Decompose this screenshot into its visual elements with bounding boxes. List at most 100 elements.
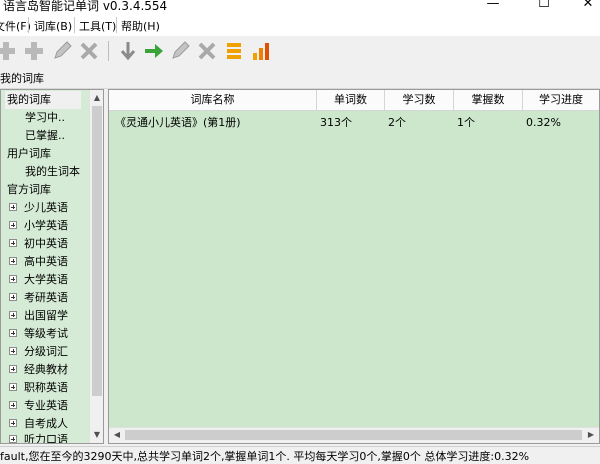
tree-item-category[interactable]: 高中英语 <box>9 253 68 271</box>
pencil-icon[interactable] <box>50 39 74 63</box>
tree-item-label: 自考成人 <box>24 417 68 430</box>
location-bar: 我的词库 <box>0 66 600 89</box>
tree-item-category[interactable]: 考研英语 <box>9 289 68 307</box>
expand-icon[interactable] <box>9 383 17 391</box>
scroll-right-icon[interactable]: ▶ <box>586 428 596 442</box>
tree-item-category[interactable]: 少儿英语 <box>9 199 68 217</box>
expand-icon[interactable] <box>9 293 17 301</box>
table-scrollbar[interactable]: ◀ ▶ <box>109 427 599 443</box>
menu-dict[interactable]: 词库(B) <box>34 18 72 34</box>
tree-item-category[interactable]: 专业英语 <box>9 397 68 415</box>
tree-item-label: 听力口语 <box>24 433 68 444</box>
toolbar-separator <box>108 41 109 61</box>
expand-icon[interactable] <box>9 221 17 229</box>
tree-item-category[interactable]: 分级词汇 <box>9 343 68 361</box>
tree-item-new-words[interactable]: 我的生词本 <box>25 163 80 181</box>
tree-item-label: 职称英语 <box>24 381 68 394</box>
cell-progress: 0.32% <box>526 116 561 129</box>
tree-item-label: 小学英语 <box>24 219 68 232</box>
table-row[interactable]: 《灵通小儿英语》(第1册) 313个 2个 1个 0.32% <box>109 114 599 132</box>
tree-item-label: 高中英语 <box>24 255 68 268</box>
title-bar: 语言岛智能记单词 v0.3.4.554 — ☐ ✕ <box>0 0 600 14</box>
tree-item-my-dict[interactable]: 我的词库 <box>5 91 81 109</box>
dictionary-table: 词库名称 单词数 学习数 掌握数 学习进度 《灵通小儿英语》(第1册) 313个… <box>108 89 600 444</box>
import-icon[interactable] <box>116 39 140 63</box>
tree-item-label: 出国留学 <box>24 309 68 322</box>
menu-tools[interactable]: 工具(T) <box>79 18 116 34</box>
column-header-mastered[interactable]: 掌握数 <box>454 90 523 110</box>
tree-item-label: 用户词库 <box>7 147 51 160</box>
expand-icon[interactable] <box>9 365 17 373</box>
column-header-learned[interactable]: 学习数 <box>385 90 454 110</box>
expand-icon[interactable] <box>9 419 17 427</box>
stack-icon[interactable] <box>222 39 246 63</box>
expand-icon[interactable] <box>9 275 17 283</box>
tree-item-label: 分级词汇 <box>24 345 68 358</box>
tree-item-label: 大学英语 <box>24 273 68 286</box>
tree-item-label: 专业英语 <box>24 399 68 412</box>
scroll-left-icon[interactable]: ◀ <box>112 428 122 442</box>
export-icon[interactable] <box>142 39 166 63</box>
column-header-progress[interactable]: 学习进度 <box>523 90 599 110</box>
scroll-up-icon[interactable]: ▲ <box>92 91 102 105</box>
expand-icon[interactable] <box>9 311 17 319</box>
tree-item-label: 官方词库 <box>7 183 51 196</box>
scroll-thumb[interactable] <box>92 106 102 396</box>
tree-item-category[interactable]: 大学英语 <box>9 271 68 289</box>
menu-separator <box>74 17 75 33</box>
expand-icon[interactable] <box>9 347 17 355</box>
tree-item-label: 我的词库 <box>7 93 51 106</box>
tree-item-learning[interactable]: 学习中.. <box>25 109 65 127</box>
sidebar-scrollbar[interactable]: ▲ ▼ <box>89 90 103 443</box>
window-title: 语言岛智能记单词 v0.3.4.554 <box>3 0 168 13</box>
delete-icon[interactable] <box>77 39 101 63</box>
tree-item-label: 初中英语 <box>24 237 68 250</box>
tree-item-official-dict[interactable]: 官方词库 <box>7 181 51 199</box>
pencil-icon[interactable] <box>168 39 192 63</box>
expand-icon[interactable] <box>9 203 17 211</box>
minimize-button[interactable]: — <box>478 0 508 11</box>
expand-icon[interactable] <box>9 401 17 409</box>
close-button[interactable]: ✕ <box>573 0 600 11</box>
menu-separator <box>28 17 29 33</box>
expand-icon[interactable] <box>9 257 17 265</box>
tree-item-category[interactable]: 等级考试 <box>9 325 68 343</box>
cell-word-count: 313个 <box>320 116 352 129</box>
expand-icon[interactable] <box>9 435 17 443</box>
table-header: 词库名称 单词数 学习数 掌握数 学习进度 <box>109 90 599 111</box>
column-header-name[interactable]: 词库名称 <box>109 90 317 110</box>
expand-icon[interactable] <box>9 239 17 247</box>
tree-item-category[interactable]: 出国留学 <box>9 307 68 325</box>
menu-help[interactable]: 帮助(H) <box>121 18 160 34</box>
tree-item-label: 学习中.. <box>25 111 65 124</box>
plus-icon[interactable] <box>0 39 18 63</box>
tree-item-label: 少儿英语 <box>24 201 68 214</box>
cell-name: 《灵通小儿英语》(第1册) <box>115 116 241 129</box>
maximize-button[interactable]: ☐ <box>529 0 559 11</box>
tree-item-label: 已掌握.. <box>25 129 65 142</box>
tree-item-label: 我的生词本 <box>25 165 80 178</box>
plus-icon[interactable] <box>22 39 46 63</box>
scroll-thumb[interactable] <box>125 430 582 440</box>
menu-bar: 文件(F) 词库(B) 工具(T) 帮助(H) <box>0 14 600 36</box>
bar-chart-icon[interactable] <box>249 39 273 63</box>
dictionary-tree[interactable]: 我的词库 学习中.. 已掌握.. 用户词库 我的生词本 官方词库 少儿英语 小学… <box>0 89 104 444</box>
menu-file[interactable]: 文件(F) <box>0 18 31 34</box>
cell-learned: 2个 <box>388 116 406 129</box>
column-header-word-count[interactable]: 单词数 <box>317 90 385 110</box>
tree-item-category[interactable]: 经典教材 <box>9 361 68 379</box>
delete-icon[interactable] <box>195 39 219 63</box>
tree-item-user-dict[interactable]: 用户词库 <box>7 145 51 163</box>
cell-mastered: 1个 <box>457 116 475 129</box>
tree-item-label: 经典教材 <box>24 363 68 376</box>
tree-item-label: 等级考试 <box>24 327 68 340</box>
tree-item-mastered[interactable]: 已掌握.. <box>25 127 65 145</box>
scroll-down-icon[interactable]: ▼ <box>92 428 102 442</box>
tree-item-category[interactable]: 小学英语 <box>9 217 68 235</box>
tree-item-category[interactable]: 听力口语 <box>9 431 68 444</box>
tree-item-label: 考研英语 <box>24 291 68 304</box>
tree-item-category[interactable]: 初中英语 <box>9 235 68 253</box>
tree-item-category[interactable]: 职称英语 <box>9 379 68 397</box>
menu-separator <box>116 17 117 33</box>
expand-icon[interactable] <box>9 329 17 337</box>
